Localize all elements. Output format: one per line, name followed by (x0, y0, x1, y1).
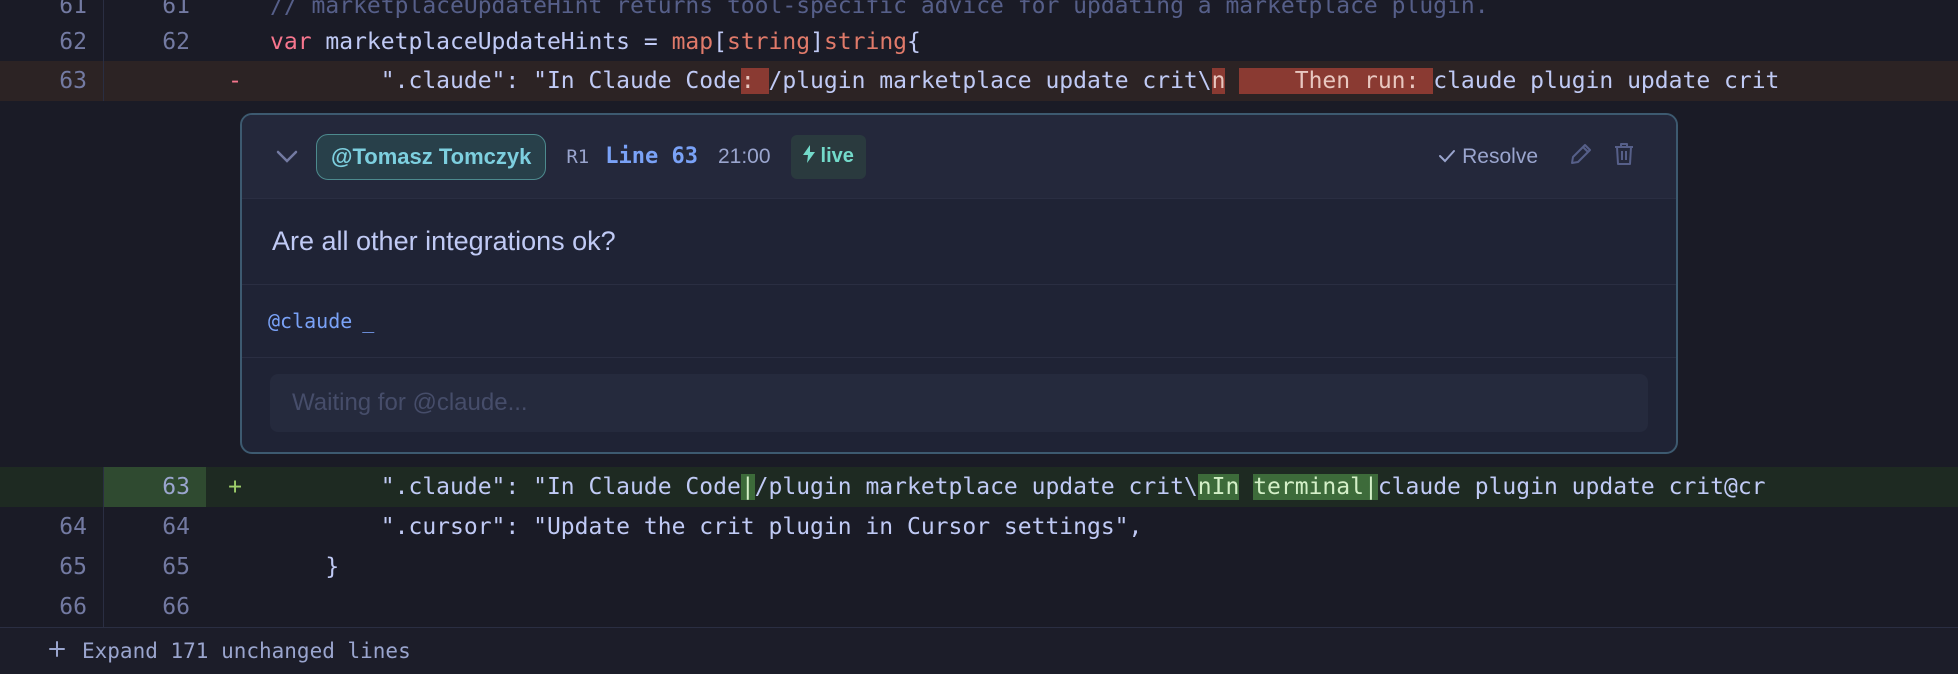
type-map: map (671, 29, 714, 55)
code-segment: claude plugin update crit (1433, 68, 1780, 94)
review-comment-card: @Tomasz Tomczyk R1 Line 63 21:00 live Re… (240, 113, 1678, 454)
new-line-number: 66 (162, 594, 190, 620)
diff-marker-plus: + (228, 474, 242, 500)
added-highlight: nIn (1197, 474, 1240, 500)
typing-cursor: _ (362, 309, 375, 333)
new-line-number: 65 (162, 554, 190, 580)
comment-actions: Resolve (1438, 115, 1636, 198)
deleted-highlight: Then run: (1239, 68, 1434, 94)
old-line-number: 65 (0, 547, 104, 587)
bracket-close: ] (810, 29, 824, 55)
new-line-number: 63 (104, 467, 206, 507)
added-highlight: | (740, 474, 755, 500)
code-segment: ".claude": "In Claude Code (270, 68, 741, 94)
diff-line-64: 64 64 ".cursor": "Update the crit plugin… (0, 507, 1958, 547)
deleted-highlight: : (740, 68, 769, 94)
live-label: live (820, 145, 854, 167)
type-string-key: string (726, 29, 811, 55)
diff-marker (206, 507, 264, 547)
identifier: marketplaceUpdateHints = (311, 29, 672, 55)
code-text: ".claude": "In Claude Code|/plugin marke… (264, 467, 1766, 507)
old-line-number: 66 (0, 587, 104, 627)
reply-author: @claude (268, 309, 353, 333)
plus-icon (48, 639, 66, 663)
bolt-icon (802, 144, 815, 169)
comment-header: @Tomasz Tomczyk R1 Line 63 21:00 live Re… (242, 115, 1676, 199)
resolve-button[interactable]: Resolve (1438, 145, 1538, 169)
diff-line-66: 66 66 (0, 587, 1958, 627)
chevron-down-icon[interactable] (272, 142, 302, 172)
reply-input-wrapper (242, 358, 1676, 448)
new-line-number (104, 61, 206, 101)
new-line-number: 62 (162, 29, 190, 55)
line-reference[interactable]: Line 63 (605, 144, 698, 169)
old-line-number: 63 (0, 61, 104, 101)
expand-label: Expand 171 unchanged lines (82, 639, 411, 663)
live-badge: live (790, 134, 866, 179)
keyword-var: var (270, 29, 312, 55)
author-badge[interactable]: @Tomasz Tomczyk (316, 133, 547, 180)
deleted-highlight: n (1211, 68, 1226, 94)
code-text: ".cursor": "Update the crit plugin in Cu… (270, 514, 1143, 540)
code-text: } (270, 554, 340, 580)
new-line-number: 64 (162, 514, 190, 540)
expand-unchanged-lines-button[interactable]: Expand 171 unchanged lines (0, 627, 1958, 674)
code-segment: /plugin marketplace update crit\ (754, 474, 1198, 500)
pencil-icon[interactable] (1568, 141, 1594, 172)
code-text: var marketplaceUpdateHints = map[string]… (264, 22, 921, 62)
diff-marker (206, 587, 264, 627)
diff-marker (206, 547, 264, 587)
code-segment: ".claude": "In Claude Code (270, 474, 741, 500)
trash-icon[interactable] (1612, 141, 1636, 172)
bracket-open: [ (713, 29, 727, 55)
old-line-number: 62 (0, 22, 104, 62)
comment-body: Are all other integrations ok? (242, 199, 1676, 285)
check-icon (1438, 145, 1456, 169)
added-highlight: terminal| (1253, 474, 1378, 500)
reply-input[interactable] (270, 374, 1648, 432)
resolve-label: Resolve (1462, 144, 1538, 168)
code-comment: // marketplaceUpdateHint returns tool-sp… (270, 0, 1489, 19)
code-segment: /plugin marketplace update crit\ (768, 68, 1212, 94)
brace-open: { (907, 29, 921, 55)
round-label: R1 (566, 145, 590, 168)
old-line-number (0, 467, 104, 507)
old-line-number: 64 (0, 507, 104, 547)
code-text: ".claude": "In Claude Code: /plugin mark… (264, 61, 1779, 101)
diff-line-deleted-63[interactable]: 63 - ".claude": "In Claude Code: /plugin… (0, 61, 1958, 101)
timestamp: 21:00 (717, 144, 771, 168)
diff-marker-minus: - (228, 68, 242, 94)
diff-marker (206, 22, 264, 62)
type-string-value: string (823, 29, 908, 55)
diff-line-added-63[interactable]: 63 + ".claude": "In Claude Code|/plugin … (0, 467, 1958, 507)
diff-line-62: 62 62 var marketplaceUpdateHints = map[s… (0, 22, 1958, 62)
diff-line-65: 65 65 } (0, 547, 1958, 587)
pending-reply: @claude _ (242, 285, 1676, 358)
code-segment: claude plugin update crit@cr (1377, 474, 1766, 500)
